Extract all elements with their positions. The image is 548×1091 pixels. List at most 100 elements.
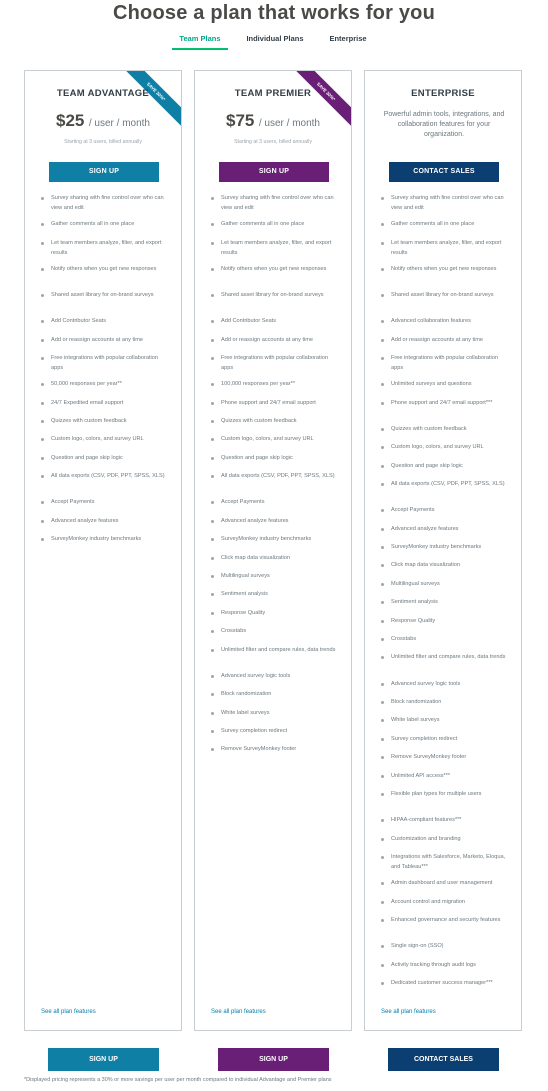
see-all-features-link[interactable]: See all plan features bbox=[211, 1009, 266, 1015]
feature-item: 100,000 responses per year** bbox=[221, 381, 296, 388]
plan-name: TEAM ADVANTAGE bbox=[56, 88, 150, 99]
bullet-icon bbox=[211, 223, 214, 227]
feature-item: Customization and branding bbox=[391, 835, 461, 842]
feature-item: SurveyMonkey industry benchmarks bbox=[391, 544, 482, 550]
bullet-icon bbox=[211, 438, 214, 442]
bullet-icon bbox=[41, 241, 44, 245]
feature-item: Single sign-on (SSO) bbox=[391, 943, 444, 950]
price-amount: $25 bbox=[56, 111, 85, 130]
bullet-icon bbox=[211, 338, 214, 342]
bottom-contact-sales-button[interactable]: CONTACT SALES bbox=[388, 1048, 499, 1071]
price-note: Starting at 3 users, billed annually bbox=[64, 139, 142, 145]
plan-card-team-advantage: SAVE 30%* TEAM ADVANTAGE $25 / user / mo… bbox=[24, 70, 182, 1031]
bullet-icon bbox=[381, 427, 384, 431]
feature-item: Custom logo, colors, and survey URL bbox=[391, 444, 484, 451]
bottom-sign-up-advantage-button[interactable]: SIGN UP bbox=[48, 1048, 159, 1071]
feature-item: SurveyMonkey industry benchmarks bbox=[221, 536, 312, 543]
bullet-icon bbox=[211, 197, 214, 200]
bullet-icon bbox=[41, 538, 44, 542]
see-all-features-link[interactable]: See all plan features bbox=[381, 1009, 436, 1015]
bullet-icon bbox=[381, 619, 384, 623]
bullet-icon bbox=[381, 241, 384, 245]
feature-item: Multilingual surveys bbox=[391, 580, 440, 587]
bullet-icon bbox=[41, 267, 44, 271]
feature-item: Sentiment analysis bbox=[221, 591, 268, 598]
plan-tabs: Team Plans Individual Plans Enterprise bbox=[0, 34, 548, 52]
tab-individual-plans[interactable]: Individual Plans bbox=[240, 34, 310, 43]
feature-item: Add or reassign accounts at any time bbox=[391, 336, 484, 343]
bullet-icon bbox=[211, 538, 214, 542]
feature-item: Advanced survey logic tools bbox=[391, 680, 461, 687]
feature-item: Unlimited surveys and questions bbox=[391, 381, 472, 388]
plan-price: $75 / user / month bbox=[195, 111, 351, 131]
bullet-icon bbox=[381, 682, 384, 686]
pricing-footnote: *Displayed pricing represents a 30% or m… bbox=[24, 1077, 332, 1083]
bullet-icon bbox=[381, 919, 384, 922]
plan-price: $25 / user / month bbox=[25, 111, 181, 131]
plan-description: Powerful admin tools, integrations, and … bbox=[383, 111, 505, 138]
tab-team-plans[interactable]: Team Plans bbox=[170, 34, 230, 43]
feature-item: All data exports (CSV, PDF, PPT, SPSS, X… bbox=[221, 473, 335, 480]
bullet-icon bbox=[41, 320, 44, 324]
feature-item: SurveyMonkey industry benchmarks bbox=[51, 536, 142, 543]
bullet-icon bbox=[381, 837, 384, 841]
bullet-icon bbox=[381, 900, 384, 904]
bullet-icon bbox=[211, 611, 214, 615]
bullet-icon bbox=[211, 575, 214, 578]
bullet-icon bbox=[211, 241, 214, 245]
bullet-icon bbox=[41, 519, 44, 523]
bullet-icon bbox=[381, 963, 384, 967]
bullet-icon bbox=[41, 456, 44, 460]
price-note: Starting at 3 users, billed annually bbox=[234, 139, 312, 145]
bullet-icon bbox=[381, 483, 384, 486]
feature-item: Crosstabs bbox=[391, 636, 417, 642]
bullet-icon bbox=[381, 945, 384, 949]
bullet-icon bbox=[41, 475, 44, 479]
bullet-icon bbox=[211, 383, 214, 387]
bullet-icon bbox=[381, 197, 384, 200]
sign-up-button[interactable]: SIGN UP bbox=[49, 162, 159, 182]
feature-item: Quizzes with custom feedback bbox=[51, 418, 127, 424]
feature-item: Notify others when you get new responses bbox=[391, 265, 497, 272]
feature-item: Activity tracking through audit logs bbox=[391, 961, 476, 968]
feature-item: 24/7 Expedited email support bbox=[51, 399, 124, 406]
bullet-icon bbox=[211, 730, 214, 733]
feature-item: Block randomization bbox=[221, 691, 272, 698]
see-all-features-link[interactable]: See all plan features bbox=[41, 1009, 96, 1015]
bullet-icon bbox=[381, 756, 384, 760]
price-amount: $75 bbox=[226, 111, 255, 130]
contact-sales-button[interactable]: CONTACT SALES bbox=[389, 162, 499, 182]
sign-up-button[interactable]: SIGN UP bbox=[219, 162, 329, 182]
tab-enterprise[interactable]: Enterprise bbox=[320, 34, 376, 43]
bullet-icon bbox=[381, 601, 384, 605]
feature-item: Accept Payments bbox=[51, 499, 95, 506]
feature-item: Unlimited filter and compare rules, data… bbox=[221, 646, 336, 653]
bullet-icon bbox=[381, 546, 384, 549]
bullet-icon bbox=[211, 630, 214, 634]
bullet-icon bbox=[211, 320, 214, 324]
feature-item: Notify others when you get new responses bbox=[51, 265, 157, 272]
feature-item: Advanced collaboration features bbox=[391, 318, 471, 325]
feature-item: Accept Payments bbox=[221, 499, 265, 506]
bullet-icon bbox=[41, 501, 44, 505]
feature-item: Quizzes with custom feedback bbox=[391, 425, 467, 432]
feature-item: Block randomization bbox=[391, 699, 442, 705]
active-tab-indicator bbox=[172, 48, 228, 50]
bullet-icon bbox=[381, 338, 384, 342]
feature-item: Add Contributor Seats bbox=[221, 318, 277, 325]
bullet-icon bbox=[41, 338, 44, 342]
bullet-icon bbox=[41, 223, 44, 227]
feature-item: White label surveys bbox=[221, 709, 270, 716]
bullet-icon bbox=[211, 501, 214, 505]
feature-item: Response Quality bbox=[221, 609, 266, 616]
bullet-icon bbox=[41, 197, 44, 200]
bottom-sign-up-premier-button[interactable]: SIGN UP bbox=[218, 1048, 329, 1071]
feature-item: Free integrations with popular collabora… bbox=[221, 355, 328, 371]
bullet-icon bbox=[211, 475, 214, 479]
bullet-icon bbox=[41, 420, 44, 423]
bullet-icon bbox=[211, 294, 214, 297]
feature-item: Question and page skip logic bbox=[51, 454, 123, 461]
bullet-icon bbox=[211, 357, 214, 360]
bullet-icon bbox=[381, 882, 384, 886]
feature-item: Integrations with Salesforce, Marketo, E… bbox=[391, 854, 506, 870]
